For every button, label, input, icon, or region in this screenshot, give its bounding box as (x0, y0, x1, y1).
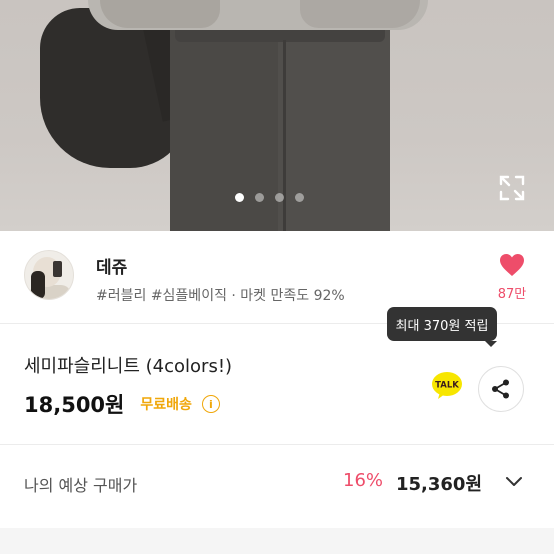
avatar-hair (31, 271, 45, 299)
photo-sweater-cuff-left (100, 0, 220, 28)
carousel-indicator (235, 193, 304, 202)
carousel-dot[interactable] (255, 193, 264, 202)
product-page: 데쥬 #러블리 #심플베이직 · 마켓 만족도 92% 87만 최대 370원 … (0, 0, 554, 554)
like-count: 87만 (497, 287, 527, 302)
discount-rate: 16% (343, 470, 384, 491)
chevron-down-icon[interactable] (505, 474, 523, 488)
share-icon (492, 379, 509, 399)
kakao-talk-icon: TALK (432, 372, 462, 399)
expected-price: 15,360원 (396, 474, 483, 495)
price-row: 18,500원 무료배송 i (24, 389, 220, 419)
expand-icon-glyph (499, 175, 525, 201)
kakao-talk-label: TALK (435, 381, 459, 391)
expected-price-label: 나의 예상 구매가 (24, 476, 138, 495)
carousel-dot[interactable] (295, 193, 304, 202)
like-button[interactable]: 87만 (494, 253, 530, 302)
seller-name[interactable]: 데쥬 (96, 253, 127, 278)
product-price: 18,500원 (24, 393, 125, 417)
product-image-carousel[interactable] (0, 0, 554, 231)
kakao-talk-button[interactable]: TALK (431, 371, 463, 401)
seller-tags: #러블리 #심플베이직 · 마켓 만족도 92% (96, 288, 345, 304)
photo-sweater-cuff-right (300, 0, 420, 28)
points-tooltip: 최대 370원 적립 (387, 307, 497, 347)
info-icon[interactable]: i (201, 395, 220, 413)
heart-icon (500, 254, 524, 276)
avatar-phone (53, 261, 62, 277)
photo-crease (283, 40, 286, 231)
chevron-down-glyph (506, 477, 522, 486)
carousel-dot[interactable] (275, 193, 284, 202)
expand-icon[interactable] (499, 175, 525, 201)
shipping-label: 무료배송 (140, 397, 192, 413)
carousel-dot[interactable] (235, 193, 244, 202)
product-title: 세미파슬리니트 (4colors!) (24, 356, 233, 377)
section-divider (0, 444, 554, 445)
share-button[interactable] (478, 366, 524, 412)
section-spacer (0, 528, 554, 554)
seller-avatar[interactable] (24, 250, 74, 300)
